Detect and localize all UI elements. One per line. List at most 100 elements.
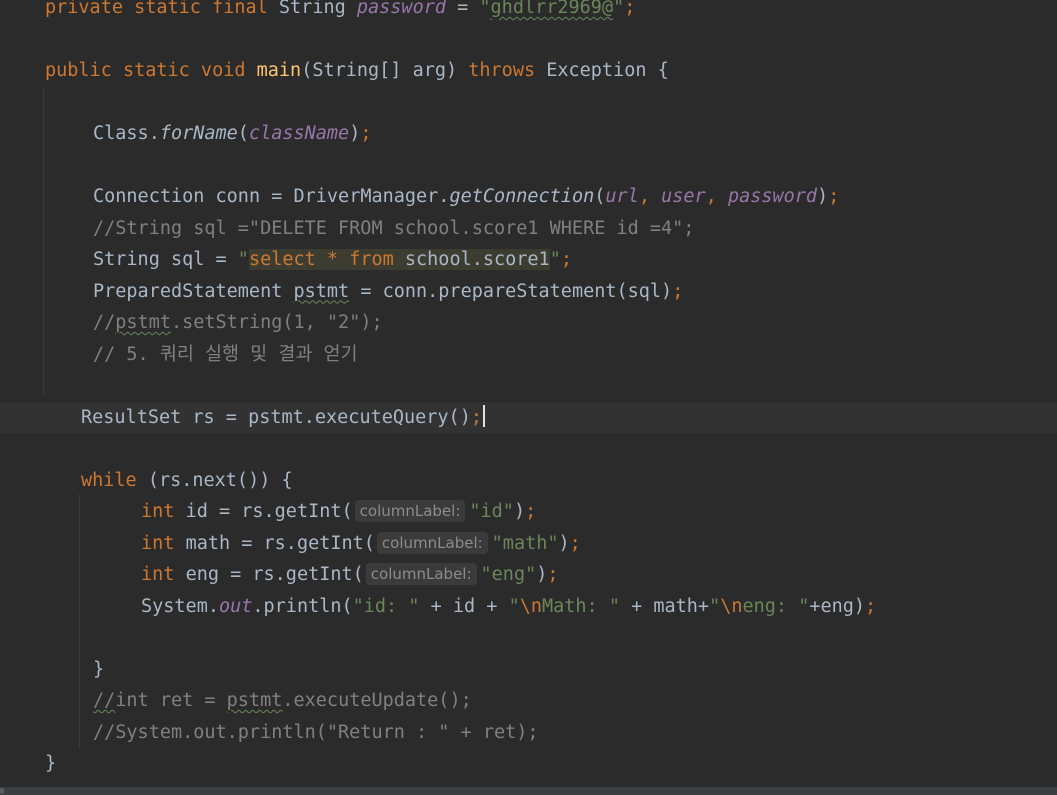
code-line[interactable] bbox=[0, 87, 1057, 118]
code-editor[interactable]: private static final String password = "… bbox=[0, 0, 1057, 787]
code-token: int bbox=[141, 532, 186, 554]
code-token: public static void bbox=[45, 60, 257, 81]
code-token: " bbox=[508, 595, 520, 617]
code-token: pstmt bbox=[226, 690, 283, 711]
code-token: } bbox=[45, 753, 57, 774]
code-line[interactable]: while (rs.next()) { bbox=[0, 465, 1057, 496]
code-token: (String[] arg) bbox=[301, 60, 469, 81]
code-line[interactable] bbox=[0, 370, 1057, 401]
code-line[interactable]: public static void main(String[] arg) th… bbox=[0, 55, 1057, 86]
code-token: getConnection bbox=[449, 186, 595, 207]
code-token: ; bbox=[547, 564, 559, 585]
code-token: , bbox=[638, 186, 662, 207]
code-token: //String sql ="DELETE FROM school.score1… bbox=[93, 217, 695, 239]
code-token: private static final bbox=[45, 0, 279, 18]
code-token: while bbox=[81, 469, 148, 491]
code-token: "id: " bbox=[352, 595, 420, 617]
code-line[interactable] bbox=[0, 433, 1057, 464]
code-token: + id + bbox=[419, 595, 509, 617]
code-token: url bbox=[605, 186, 639, 207]
code-token: // bbox=[93, 312, 116, 333]
code-token: ; bbox=[470, 406, 482, 428]
code-line[interactable]: System.out.println("id: " + id + "\nMath… bbox=[0, 591, 1057, 622]
code-line[interactable]: String sql = "select * from school.score… bbox=[0, 244, 1057, 275]
code-token: ; bbox=[560, 249, 572, 270]
code-line[interactable]: int eng = rs.getInt(columnLabel: "eng"); bbox=[0, 559, 1057, 590]
scrollbar-thumb[interactable] bbox=[0, 788, 4, 794]
code-line[interactable]: //System.out.println("Return : " + ret); bbox=[0, 717, 1057, 748]
code-token: select bbox=[248, 249, 316, 270]
code-line[interactable]: //String sql ="DELETE FROM school.score1… bbox=[0, 213, 1057, 244]
code-token: ; bbox=[360, 123, 372, 144]
code-token: school.score1 bbox=[393, 249, 550, 270]
code-token: ; bbox=[672, 280, 684, 302]
parameter-hint: columnLabel: bbox=[365, 563, 477, 585]
code-line[interactable]: //int ret = pstmt.executeUpdate(); bbox=[0, 685, 1057, 716]
code-token: ResultSet rs = pstmt.executeQuery() bbox=[81, 406, 471, 428]
code-line-current[interactable]: ResultSet rs = pstmt.executeQuery(); bbox=[0, 401, 1057, 433]
code-line[interactable]: int math = rs.getInt(columnLabel: "math")… bbox=[0, 528, 1057, 559]
code-token: .setString(1, "2"); bbox=[170, 312, 383, 333]
code-token: math = rs.getInt( bbox=[185, 532, 375, 554]
code-token: Class. bbox=[93, 123, 160, 144]
code-token: * bbox=[326, 249, 339, 270]
code-token bbox=[338, 249, 350, 270]
code-token: Math: " bbox=[542, 595, 620, 617]
code-token: ) bbox=[536, 564, 548, 585]
code-token: // 5. 쿼리 실행 및 결과 얻기 bbox=[93, 343, 358, 365]
code-token: ) bbox=[513, 501, 526, 522]
code-token: +eng) bbox=[809, 595, 866, 617]
code-token: ghdlrr2969@ bbox=[490, 0, 614, 18]
code-token: main bbox=[256, 60, 302, 81]
code-token bbox=[315, 249, 327, 270]
code-token: password bbox=[356, 0, 446, 18]
code-line[interactable]: PreparedStatement pstmt = conn.prepareSt… bbox=[0, 276, 1057, 307]
code-token: = conn.prepareStatement(sql) bbox=[349, 280, 673, 302]
code-token: out bbox=[218, 595, 253, 617]
code-line[interactable] bbox=[0, 24, 1057, 55]
code-token: (rs.next()) { bbox=[147, 469, 293, 491]
code-token: //System.out.println("Return : " + ret); bbox=[93, 721, 539, 743]
code-token: " bbox=[709, 595, 721, 617]
horizontal-scrollbar[interactable] bbox=[0, 787, 1057, 795]
code-line[interactable] bbox=[0, 150, 1057, 181]
code-token: ( bbox=[237, 123, 249, 144]
code-token: ) bbox=[558, 532, 570, 554]
code-token: Connection bbox=[93, 186, 216, 207]
code-token: ; bbox=[624, 0, 636, 18]
code-line[interactable]: //pstmt.setString(1, "2"); bbox=[0, 307, 1057, 338]
code-token: String sql = bbox=[93, 249, 238, 270]
code-token: ) bbox=[817, 186, 829, 207]
code-line[interactable] bbox=[0, 622, 1057, 653]
code-token: , bbox=[705, 186, 728, 207]
code-line[interactable]: } bbox=[0, 654, 1057, 685]
code-token: from bbox=[349, 249, 394, 270]
code-token: .println( bbox=[252, 595, 353, 617]
code-line[interactable]: int id = rs.getInt(columnLabel: "id"); bbox=[0, 496, 1057, 527]
code-line[interactable]: private static final String password = "… bbox=[0, 0, 1057, 23]
code-line[interactable]: // 5. 쿼리 실행 및 결과 얻기 bbox=[0, 339, 1057, 370]
code-token: ) bbox=[349, 123, 361, 144]
parameter-hint: columnLabel: bbox=[376, 531, 488, 554]
code-token: className bbox=[248, 123, 350, 144]
parameter-hint: columnLabel: bbox=[354, 500, 466, 522]
code-token: ; bbox=[828, 186, 840, 207]
code-token: ; bbox=[525, 501, 537, 522]
code-token: ; bbox=[569, 532, 581, 554]
code-line[interactable]: Class.forName(className); bbox=[0, 118, 1057, 149]
code-token: conn bbox=[215, 186, 261, 207]
code-token: " bbox=[237, 249, 249, 270]
code-token: pstmt bbox=[293, 280, 350, 302]
code-token: forName bbox=[159, 123, 238, 144]
code-line[interactable]: } bbox=[0, 748, 1057, 779]
code-token: "id" bbox=[469, 501, 514, 522]
code-line[interactable]: Connection conn = DriverManager.getConne… bbox=[0, 181, 1057, 212]
code-token: user bbox=[661, 186, 706, 207]
code-token: id = rs.getInt( bbox=[185, 501, 353, 522]
code-token: PreparedStatement bbox=[93, 280, 294, 302]
code-token: = bbox=[445, 0, 480, 18]
code-token: String bbox=[278, 0, 357, 18]
code-token: int ret = bbox=[115, 690, 227, 711]
code-token: = DriverManager. bbox=[260, 186, 450, 207]
code-token: "math" bbox=[491, 532, 559, 554]
